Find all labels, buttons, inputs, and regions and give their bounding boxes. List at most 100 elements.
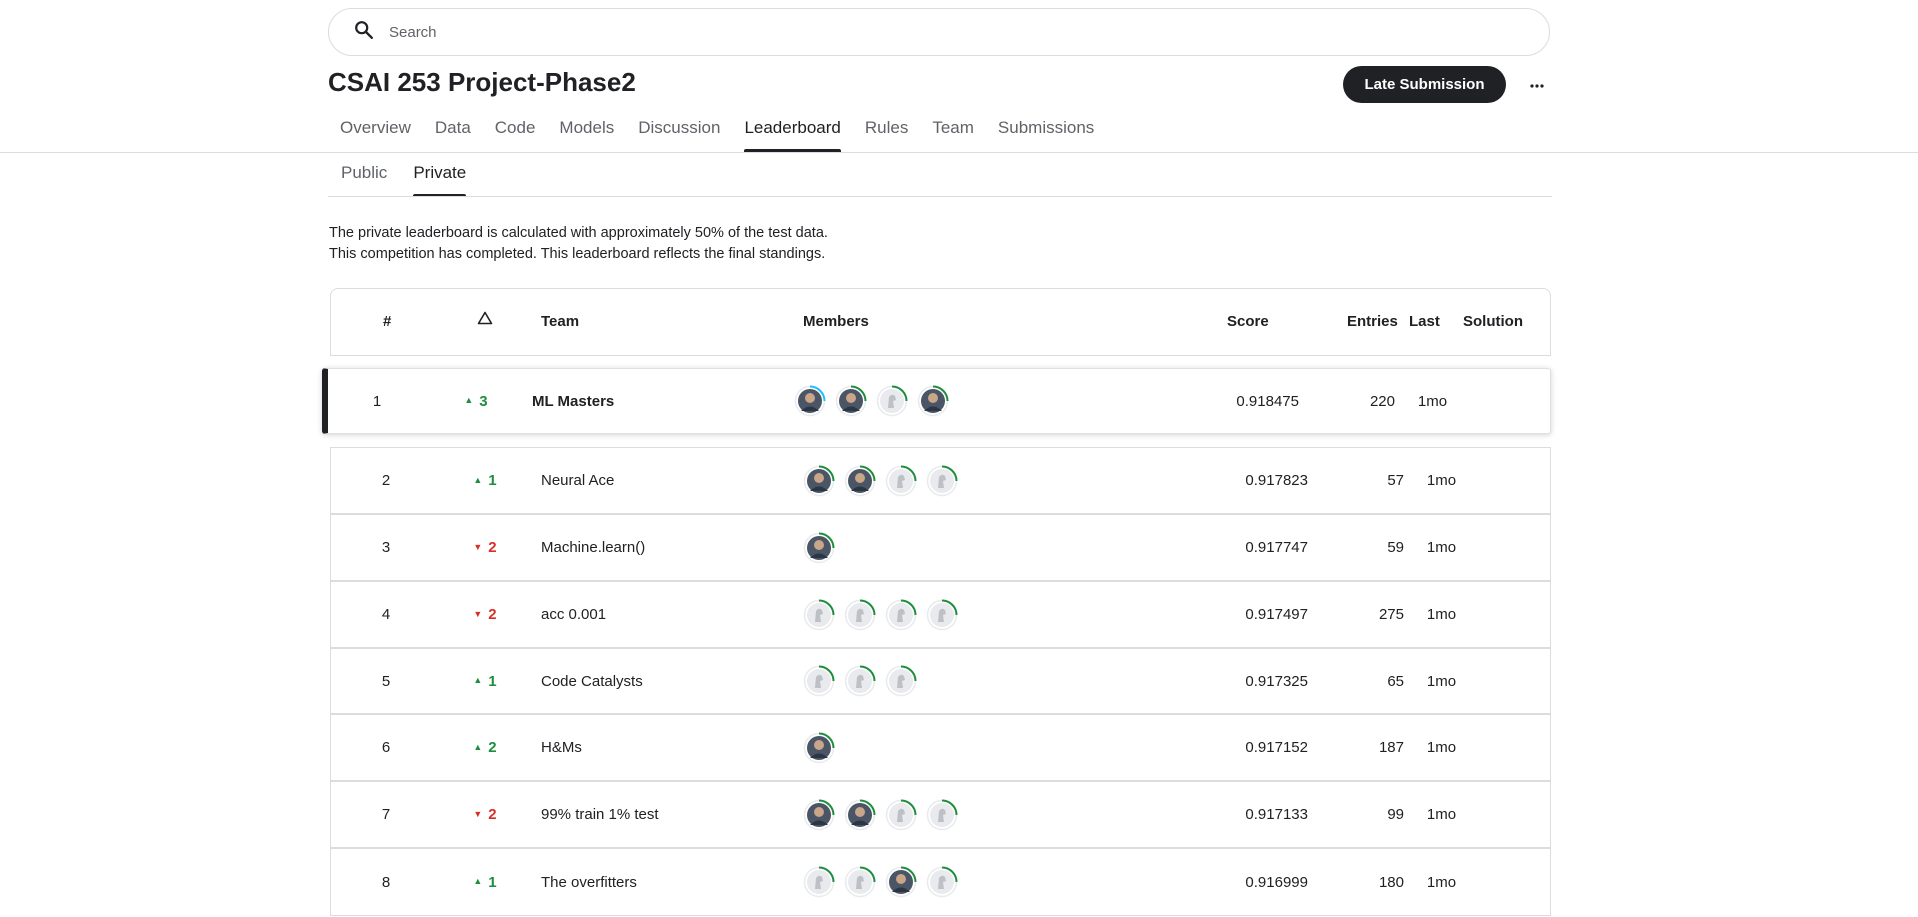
member-avatar[interactable] <box>885 665 917 697</box>
rank-change: ▼ 2 <box>465 782 505 847</box>
team-name[interactable]: Neural Ace <box>541 448 614 513</box>
member-avatar[interactable] <box>885 866 917 898</box>
member-avatar[interactable] <box>803 532 835 564</box>
column-team[interactable]: Team <box>541 313 579 330</box>
rank-cell: 7 <box>381 806 391 823</box>
caret-down-icon: ▼ <box>473 808 483 819</box>
member-avatar[interactable] <box>803 465 835 497</box>
member-avatar[interactable] <box>844 465 876 497</box>
rank-change-value: 2 <box>488 606 497 623</box>
subtabs-divider <box>328 196 1552 197</box>
tab-models[interactable]: Models <box>547 112 626 152</box>
leaderboard-row[interactable]: 7 ▼ 2 99% train 1% test 0.917133 99 1mo <box>330 781 1551 848</box>
entries-cell: 59 <box>1387 539 1404 556</box>
more-options-button[interactable] <box>1521 69 1553 101</box>
last-submission-cell: 1mo <box>1426 739 1457 756</box>
leaderboard-row[interactable]: 6 ▲ 2 H&Ms 0.917152 187 1mo <box>330 714 1551 781</box>
score-cell: 0.916999 <box>1245 873 1308 891</box>
team-name[interactable]: ML Masters <box>532 369 614 433</box>
rank-change-value: 2 <box>488 806 497 823</box>
team-members <box>803 849 967 915</box>
member-avatar[interactable] <box>926 465 958 497</box>
rank-change: ▲ 1 <box>465 448 505 513</box>
team-name[interactable]: acc 0.001 <box>541 582 606 647</box>
last-submission-cell: 1mo <box>1417 392 1448 410</box>
tab-team[interactable]: Team <box>920 112 986 152</box>
entries-cell: 57 <box>1387 472 1404 489</box>
member-avatar[interactable] <box>844 799 876 831</box>
rank-cell: 8 <box>381 873 391 891</box>
tab-leaderboard[interactable]: Leaderboard <box>732 112 852 153</box>
member-avatar[interactable] <box>803 799 835 831</box>
leaderboard-row[interactable]: 3 ▼ 2 Machine.learn() 0.917747 59 1mo <box>330 514 1551 581</box>
column-last[interactable]: Last <box>1409 313 1440 330</box>
tab-code[interactable]: Code <box>483 112 548 152</box>
tab-rules[interactable]: Rules <box>853 112 920 152</box>
score-cell: 0.917152 <box>1245 739 1308 756</box>
score-cell: 0.917747 <box>1245 539 1308 556</box>
team-members <box>803 649 926 713</box>
team-name[interactable]: Machine.learn() <box>541 515 645 580</box>
rank-change-value: 1 <box>488 472 497 489</box>
column-members: Members <box>803 313 869 330</box>
team-members <box>803 448 967 513</box>
rank-change-value: 1 <box>488 672 497 690</box>
tab-submissions[interactable]: Submissions <box>986 112 1106 152</box>
team-members <box>803 515 844 580</box>
rank-change: ▼ 2 <box>465 582 505 647</box>
search-bar[interactable] <box>328 8 1550 56</box>
leaderboard-row[interactable]: 8 ▲ 1 The overfitters 0.916999 180 1mo <box>330 848 1551 916</box>
member-avatar[interactable] <box>835 385 867 417</box>
rank-change: ▲ 1 <box>465 649 505 713</box>
member-avatar[interactable] <box>926 866 958 898</box>
tabs-divider <box>0 152 1918 153</box>
team-members <box>803 715 844 780</box>
column-score[interactable]: Score <box>1227 313 1269 330</box>
leaderboard-row[interactable]: 4 ▼ 2 acc 0.001 0.917497 275 1mo <box>330 581 1551 648</box>
caret-down-icon: ▼ <box>473 608 483 619</box>
member-avatar[interactable] <box>803 665 835 697</box>
member-avatar[interactable] <box>926 799 958 831</box>
late-submission-button[interactable]: Late Submission <box>1343 66 1506 103</box>
search-input[interactable] <box>389 23 1489 41</box>
member-avatar[interactable] <box>917 385 949 417</box>
member-avatar[interactable] <box>926 599 958 631</box>
tab-overview[interactable]: Overview <box>328 112 423 152</box>
score-cell: 0.917325 <box>1245 672 1308 690</box>
member-avatar[interactable] <box>844 665 876 697</box>
caret-up-icon: ▲ <box>464 395 474 405</box>
member-avatar[interactable] <box>803 732 835 764</box>
column-rank: # <box>383 313 392 330</box>
member-avatar[interactable] <box>844 866 876 898</box>
leaderboard-row[interactable]: 1 ▲ 3 ML Masters 0.918475 220 1mo <box>322 368 1551 434</box>
team-name[interactable]: 99% train 1% test <box>541 782 659 847</box>
last-submission-cell: 1mo <box>1426 672 1457 690</box>
leaderboard-row[interactable]: 2 ▲ 1 Neural Ace 0.917823 57 1mo <box>330 447 1551 514</box>
subtab-private[interactable]: Private <box>400 158 479 197</box>
member-avatar[interactable] <box>885 599 917 631</box>
column-entries[interactable]: Entries <box>1347 313 1398 330</box>
member-avatar[interactable] <box>885 799 917 831</box>
caret-down-icon: ▼ <box>473 541 483 552</box>
caret-up-icon: ▲ <box>473 741 483 752</box>
tab-data[interactable]: Data <box>423 112 483 152</box>
score-cell: 0.917823 <box>1245 472 1308 489</box>
member-avatar[interactable] <box>885 465 917 497</box>
member-avatar[interactable] <box>803 599 835 631</box>
member-avatar[interactable] <box>803 866 835 898</box>
member-avatar[interactable] <box>844 599 876 631</box>
team-name[interactable]: The overfitters <box>541 849 637 915</box>
member-avatar[interactable] <box>876 385 908 417</box>
rank-cell: 3 <box>381 539 391 556</box>
rank-change: ▲ 2 <box>465 715 505 780</box>
team-name[interactable]: H&Ms <box>541 715 582 780</box>
last-submission-cell: 1mo <box>1426 606 1457 623</box>
subtab-public[interactable]: Public <box>328 158 400 196</box>
leaderboard-subtabs: Public Private <box>328 158 479 197</box>
tab-discussion[interactable]: Discussion <box>626 112 732 152</box>
team-name[interactable]: Code Catalysts <box>541 649 643 713</box>
leaderboard-row[interactable]: 5 ▲ 1 Code Catalysts 0.917325 65 1mo <box>330 648 1551 714</box>
search-icon <box>353 19 375 46</box>
member-avatar[interactable] <box>794 385 826 417</box>
score-cell: 0.917497 <box>1245 606 1308 623</box>
